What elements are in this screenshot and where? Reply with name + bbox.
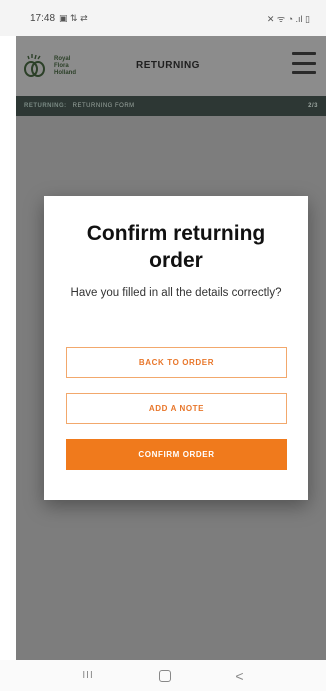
notification-icons: ▣ ⇅ ⇄ <box>59 12 88 23</box>
home-icon[interactable] <box>158 669 171 682</box>
logo-line-3: Holland <box>54 69 76 76</box>
step-indicator: 2/3 <box>308 103 318 109</box>
logo-icon <box>24 54 45 77</box>
status-right: ✕ ᯤ ◔ .ıl ▯ <box>267 12 310 25</box>
back-to-order-button[interactable]: BACK TO ORDER <box>66 347 287 378</box>
status-left: 17:48 ▣ ⇅ ⇄ <box>30 13 88 24</box>
dialog-message: Have you filled in all the details corre… <box>70 287 282 299</box>
dialog-title: Confirm returning order <box>86 222 266 272</box>
recents-icon[interactable]: III <box>82 670 93 681</box>
back-icon[interactable]: < <box>235 668 243 684</box>
status-bar: 17:48 ▣ ⇅ ⇄ ✕ ᯤ ◔ .ıl ▯ <box>0 0 326 36</box>
logo-line-2: Flora <box>54 62 69 69</box>
app-header: Royal Flora Holland RETURNING <box>16 36 326 96</box>
breadcrumb: RETURNING: RETURNING FORM 2/3 <box>16 96 326 116</box>
system-status-icons: ✕ ᯤ ◔ .ıl ▯ <box>266 13 310 24</box>
menu-line <box>292 71 316 74</box>
status-time: 17:48 <box>30 12 56 24</box>
system-nav-bar: III < <box>0 660 326 691</box>
royal-flora-holland-logo[interactable]: Royal Flora Holland <box>22 53 76 79</box>
page-title: RETURNING <box>136 60 200 71</box>
add-note-button[interactable]: ADD A NOTE <box>66 393 287 424</box>
menu-line <box>292 52 316 55</box>
logo-line-1: Royal <box>54 55 71 62</box>
confirm-order-button[interactable]: CONFIRM ORDER <box>66 439 287 470</box>
breadcrumb-section: RETURNING: <box>24 103 67 109</box>
confirm-dialog: Confirm returning order Have you filled … <box>44 196 308 500</box>
logo-text: Royal Flora Holland <box>54 56 76 77</box>
menu-line <box>292 61 316 65</box>
menu-icon[interactable] <box>292 52 316 74</box>
breadcrumb-current: RETURNING FORM <box>72 103 135 109</box>
